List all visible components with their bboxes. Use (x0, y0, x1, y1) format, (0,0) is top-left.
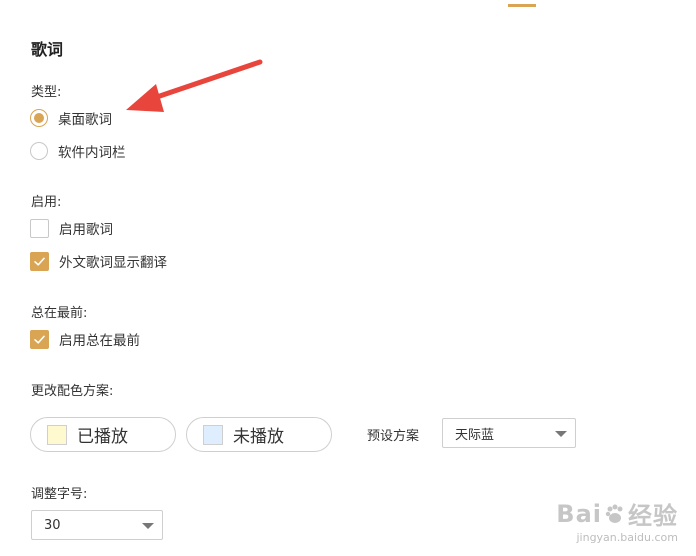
paw-icon (605, 504, 623, 523)
watermark-url: jingyan.baidu.com (576, 531, 678, 544)
watermark-logo-right: 经验 (628, 502, 678, 530)
annotation-arrow-icon (126, 59, 263, 112)
baidu-jingyan-watermark: Bai 经验 jingyan.baidu.com (556, 496, 678, 545)
watermark-logo-left: Bai (556, 499, 602, 528)
